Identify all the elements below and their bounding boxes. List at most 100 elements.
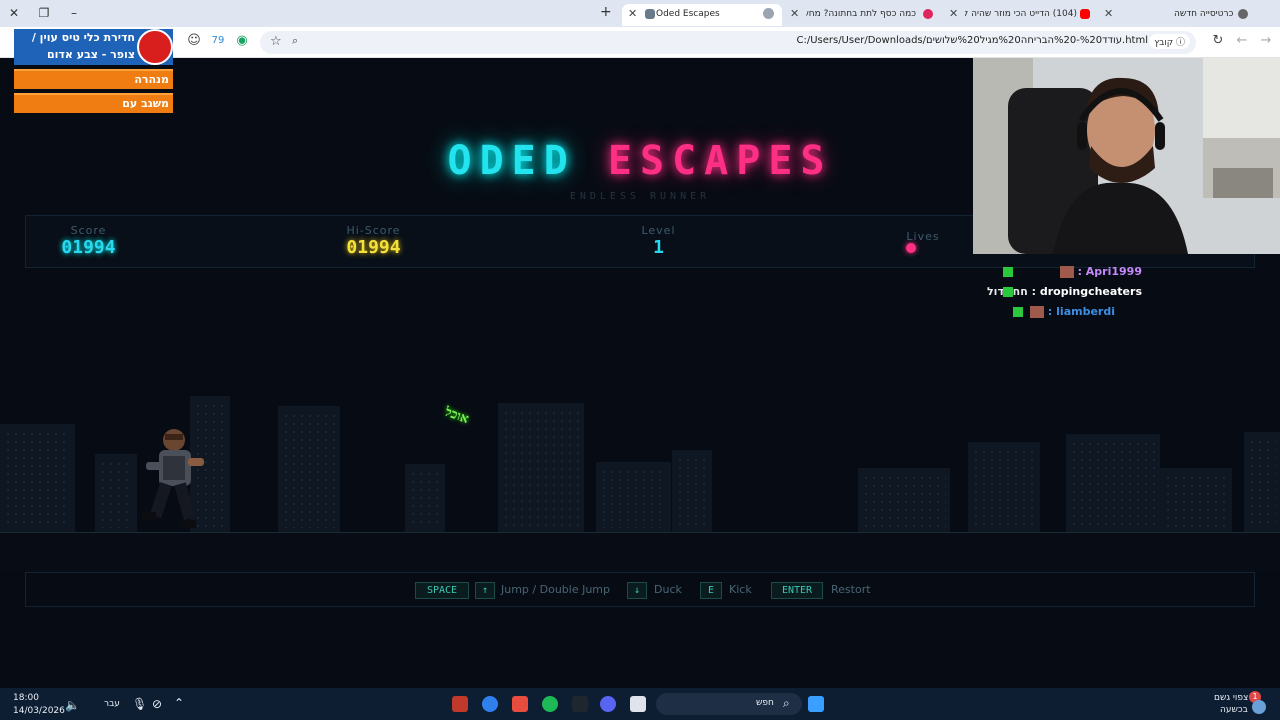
app-icon[interactable] xyxy=(452,696,468,712)
tab-audio-icon[interactable] xyxy=(763,8,774,19)
tab-label: (104) הדייט הכי מוזר שהיה לה: xyxy=(965,9,1077,19)
webcam-feed xyxy=(973,58,1280,254)
alert-overlay: חדירת כלי טיס עוין / צופר - צבע אדום מנה… xyxy=(14,29,173,115)
language-indicator[interactable]: עבר xyxy=(104,699,120,709)
file-chip[interactable]: קובץ ⓘ xyxy=(1149,34,1190,49)
tab-label: כרטיסייה חדשה xyxy=(1174,9,1234,19)
badge-icon xyxy=(1003,267,1013,277)
new-tab-button[interactable]: + xyxy=(600,4,612,20)
tab-close-icon[interactable]: ✕ xyxy=(949,4,958,24)
jump-label: Jump / Double Jump xyxy=(501,583,611,596)
lives-label: Lives xyxy=(906,230,940,243)
tab-close-icon[interactable]: ✕ xyxy=(1104,4,1113,24)
forward-icon[interactable]: → xyxy=(1258,33,1274,49)
youtube-icon xyxy=(1080,9,1090,19)
skyline-building xyxy=(278,406,340,532)
food-pickup: אוכל xyxy=(430,404,480,466)
chat-username: dropingcheaters xyxy=(1039,285,1142,298)
key-down-arrow: ↓ xyxy=(627,582,647,599)
skyline-building xyxy=(498,403,584,532)
skyline-building xyxy=(1160,468,1232,532)
clock-date[interactable]: 14/03/2026 xyxy=(13,706,65,716)
alert-header: חדירת כלי טיס עוין / צופר - צבע אדום xyxy=(14,29,173,65)
pickup-label: אוכל xyxy=(442,404,471,428)
score-label: Score xyxy=(70,224,107,237)
skyline-building xyxy=(1244,432,1280,532)
weather-icon[interactable] xyxy=(1252,700,1266,714)
key-e: E xyxy=(700,582,722,599)
alert-location-2: משגב עם xyxy=(14,93,173,113)
key-enter: ENTER xyxy=(771,582,823,599)
restore-window-icon[interactable]: ❐ xyxy=(34,4,54,22)
weather-line-1[interactable]: צפוי גשם xyxy=(1214,693,1248,703)
tab-close-icon[interactable]: ✕ xyxy=(628,4,637,24)
chat-username: Apri1999 xyxy=(1085,265,1142,278)
heart-icon xyxy=(923,9,933,19)
taskbar-search[interactable]: חפש ⌕ xyxy=(656,693,802,715)
level-label: Level xyxy=(641,224,676,237)
globe-icon xyxy=(1238,9,1248,19)
chat-overlay: Apri1999 : dropingcheaters : חח גדול lia… xyxy=(973,254,1280,334)
grammarly-icon[interactable]: ◉ xyxy=(234,33,250,49)
tab-oded-escapes[interactable]: ✕ Oded Escapes xyxy=(622,4,782,26)
spotify-icon[interactable] xyxy=(542,696,558,712)
mic-icon[interactable]: 🎙 xyxy=(132,697,147,711)
minimize-window-icon[interactable]: – xyxy=(64,4,84,22)
level-value: 1 xyxy=(653,237,664,258)
skyline-building xyxy=(1066,434,1160,532)
globe-icon xyxy=(645,9,655,19)
webcam-image xyxy=(973,58,1280,254)
search-placeholder: חפש xyxy=(756,698,774,708)
weather-line-2[interactable]: בכשעה xyxy=(1220,705,1248,715)
kick-label: Kick xyxy=(729,583,752,596)
hud-score: Score 01994 xyxy=(51,224,126,258)
life-heart-icon xyxy=(906,243,916,253)
runner-character xyxy=(142,429,204,528)
zoom-icon[interactable]: ⌕ xyxy=(292,34,298,48)
hud-lives: Lives xyxy=(898,230,948,243)
browser-tab-bar: ✕ ❐ – + ✕ Oded Escapes ✕ כמה כסף לתת בחת… xyxy=(0,0,1280,27)
address-bar[interactable]: C:/Users/User/Downloads/עודד%20-%20הבריח… xyxy=(260,31,1196,54)
extension-icon[interactable]: 79 xyxy=(210,33,226,49)
skyline-building xyxy=(672,450,712,532)
os-taskbar: 18:00 14/03/2026 🔈 עבר 🎙 ⊘ ⌃ חפש ⌕ צפוי … xyxy=(0,688,1280,720)
skyline-building xyxy=(858,468,950,532)
profile-icon[interactable]: ☺ xyxy=(186,33,202,49)
terminal-icon[interactable] xyxy=(572,696,588,712)
tab-wedding-calc[interactable]: ✕ כמה כסף לתת בחתונה? מחשב: xyxy=(786,4,941,26)
file-explorer-icon[interactable] xyxy=(630,696,646,712)
chat-message: Apri1999 : xyxy=(1059,265,1142,278)
tab-youtube[interactable]: ✕ (104) הדייט הכי מוזר שהיה לה: xyxy=(945,4,1100,26)
chat-username: liamberdi xyxy=(1056,305,1115,318)
hiscore-label: Hi-Score xyxy=(346,224,401,237)
chrome-icon[interactable] xyxy=(482,696,498,712)
controls-bar: SPACE ↑ Jump / Double Jump ↓ Duck E Kick… xyxy=(25,572,1255,607)
tab-close-icon[interactable]: ✕ xyxy=(790,4,799,24)
alert-line-1: חדירת כלי טיס עוין / xyxy=(31,31,135,44)
tab-new-tab[interactable]: ✕ כרטיסייה חדשה xyxy=(1104,4,1254,26)
speaker-icon[interactable]: 🔈 xyxy=(65,698,80,712)
url-text[interactable]: C:/Users/User/Downloads/עודד%20-%20הבריח… xyxy=(796,35,1148,46)
back-icon[interactable]: ← xyxy=(1234,33,1250,49)
ground-track xyxy=(0,532,1280,572)
duck-label: Duck xyxy=(654,583,682,596)
badge-icon xyxy=(1013,307,1023,317)
hiscore-value: 01994 xyxy=(346,237,401,258)
discord-icon[interactable] xyxy=(600,696,616,712)
search-icon: ⌕ xyxy=(783,696,790,710)
reload-icon[interactable]: ↻ xyxy=(1210,33,1226,49)
star-icon[interactable]: ☆ xyxy=(270,34,282,49)
hud-level: Level 1 xyxy=(631,224,686,258)
notifications-off-icon[interactable]: ⊘ xyxy=(152,697,162,711)
clock-time[interactable]: 18:00 xyxy=(13,693,39,703)
close-window-icon[interactable]: ✕ xyxy=(4,4,24,22)
chat-message: liamberdi : xyxy=(1030,305,1115,318)
hud-hiscore: Hi-Score 01994 xyxy=(336,224,411,258)
alert-logo-icon xyxy=(137,29,173,65)
windows-start-icon[interactable] xyxy=(808,696,824,712)
emote-icon xyxy=(1030,306,1045,318)
skyline-building xyxy=(0,424,75,532)
skyline-building xyxy=(968,442,1040,532)
chevron-up-icon[interactable]: ⌃ xyxy=(174,696,184,710)
app-icon[interactable] xyxy=(512,696,528,712)
